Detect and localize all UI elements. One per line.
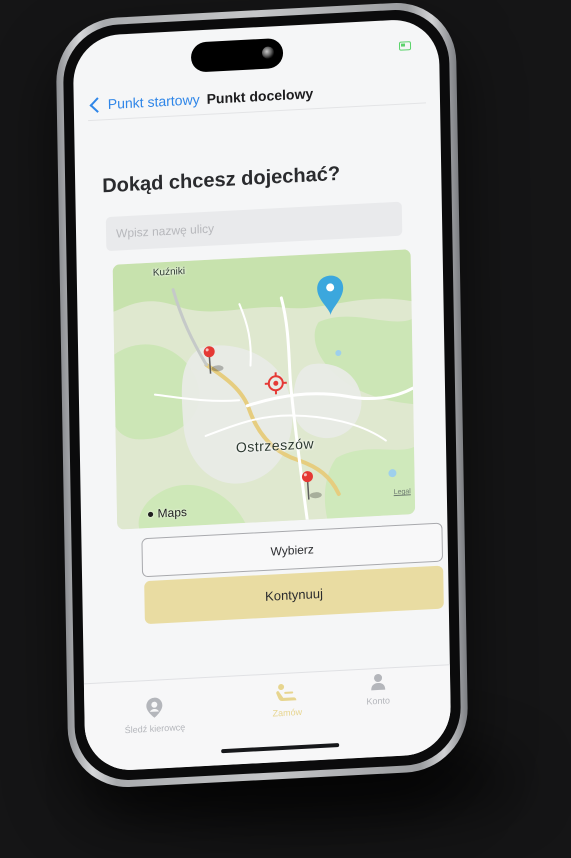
tab-account-label: Konto [366, 695, 391, 707]
select-destination-label: Wybierz [270, 541, 314, 559]
dynamic-island [190, 37, 284, 73]
battery-icon [398, 41, 412, 51]
maps-provider-label: Maps [157, 504, 188, 521]
background: Punkt startowy Punkt docelowy Dokąd chce… [0, 0, 571, 858]
street-search-placeholder: Wpisz nazwę ulicy [115, 221, 215, 241]
tab-order[interactable]: Zamów [272, 682, 303, 719]
app-screen: Punkt startowy Punkt docelowy Dokąd chce… [72, 17, 452, 773]
phone-frame: Punkt startowy Punkt docelowy Dokąd chce… [55, 0, 469, 791]
tab-account[interactable]: Konto [366, 672, 391, 707]
continue-button-label: Kontynuuj [264, 585, 324, 604]
page-title: Punkt docelowy [206, 85, 314, 107]
tab-order-label: Zamów [272, 706, 303, 719]
street-search-input[interactable]: Wpisz nazwę ulicy [105, 201, 403, 252]
back-button[interactable]: Punkt startowy [88, 91, 200, 113]
apple-maps-logo: ● Maps [147, 505, 187, 521]
front-camera-icon [261, 46, 275, 59]
map-legal-link[interactable]: Legal [394, 488, 411, 496]
back-button-label: Punkt startowy [107, 91, 200, 113]
destination-map[interactable]: Kuźniki Ostrzeszów ● Maps Legal [112, 249, 416, 530]
map-canvas [112, 249, 416, 530]
chevron-left-icon [89, 96, 106, 113]
tab-bar: Śledź kierowcę Zamów Konto [83, 664, 452, 773]
tab-track-driver-label: Śledź kierowcę [124, 722, 186, 736]
map-village-label: Kuźniki [152, 266, 186, 279]
tab-track-driver[interactable]: Śledź kierowcę [124, 695, 185, 735]
person-icon [370, 673, 386, 692]
seat-icon [275, 682, 299, 703]
apple-logo-icon: ● [146, 506, 155, 522]
phone-bezel: Punkt startowy Punkt docelowy Dokąd chce… [62, 7, 462, 783]
navigation-bar: Punkt startowy Punkt docelowy [87, 72, 427, 122]
location-person-icon [145, 696, 163, 719]
destination-heading: Dokąd chcesz dojechać? [102, 162, 341, 198]
